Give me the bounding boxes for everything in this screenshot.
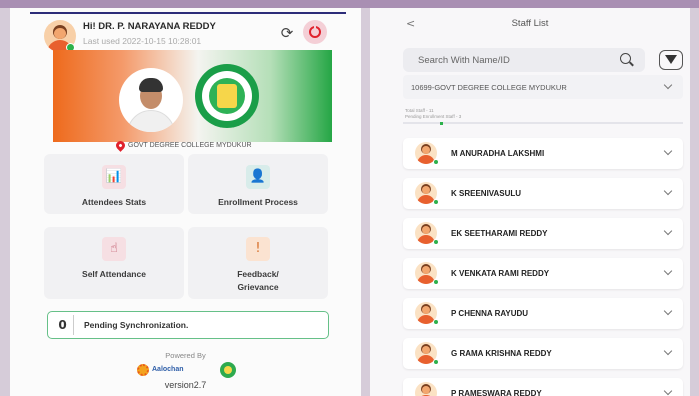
staff-name: P RAMESWARA REDDY <box>451 389 542 396</box>
search-placeholder: Search With Name/ID <box>418 55 510 66</box>
online-status-icon <box>433 239 439 245</box>
staff-list-screen: < Staff List Search With Name/ID 10699-G… <box>370 8 690 396</box>
search-icon[interactable] <box>620 53 631 64</box>
home-screen: Hi! DR. P. NARAYANA REDDY Last used 2022… <box>10 8 361 396</box>
divider <box>403 122 683 124</box>
staff-list-item[interactable]: G RAMA KRISHNA REDDY <box>403 338 683 369</box>
staff-name: M ANURADHA LAKSHMI <box>451 149 545 158</box>
total-staff-text: Total Staff - 11 <box>405 108 434 113</box>
pending-enrollment-text: Pending Enrollment Staff - 3 <box>405 114 462 119</box>
staff-list-item[interactable]: P RAMESWARA REDDY <box>403 378 683 396</box>
chevron-down-icon <box>663 80 673 90</box>
staff-list-item[interactable]: P CHENNA RAYUDU <box>403 298 683 329</box>
college-dropdown[interactable]: 10699-GOVT DEGREE COLLEGE MYDUKUR <box>403 75 683 99</box>
chevron-down-icon[interactable] <box>663 306 673 316</box>
chief-minister-portrait <box>119 68 183 132</box>
window-frame <box>0 0 699 8</box>
feedback-icon: ! <box>246 237 270 261</box>
tile-self-attendance[interactable]: ☝ Self Attendance <box>44 227 184 299</box>
tile-attendees-stats[interactable]: 📊 Attendees Stats <box>44 154 184 214</box>
staff-list-item[interactable]: M ANURADHA LAKSHMI <box>403 138 683 169</box>
sun-logo-icon <box>137 364 149 376</box>
pending-sync-text: Pending Synchronization. <box>84 320 189 330</box>
aalochan-logo: Aalochan <box>137 363 207 377</box>
powered-by-text: Powered By <box>165 351 206 360</box>
banner <box>53 50 332 142</box>
tile-label: Self Attendance <box>82 269 146 279</box>
chevron-down-icon[interactable] <box>663 346 673 356</box>
tile-enrollment-process[interactable]: 👤 Enrollment Process <box>188 154 328 214</box>
online-status-icon <box>433 319 439 325</box>
search-input[interactable]: Search With Name/ID <box>403 48 645 72</box>
staff-list-item[interactable]: K VENKATA RAMI REDDY <box>403 258 683 289</box>
college-dropdown-value: 10699-GOVT DEGREE COLLEGE MYDUKUR <box>411 83 567 92</box>
staff-avatar <box>415 382 437 396</box>
tile-feedback-grievance[interactable]: ! Feedback/ Grievance <box>188 227 328 299</box>
sync-icon[interactable]: ⟳ <box>278 24 296 42</box>
face-scan-icon: 👤 <box>246 165 270 189</box>
staff-name: EK SEETHARAMI REDDY <box>451 229 548 238</box>
staff-name: P CHENNA RAYUDU <box>451 309 529 318</box>
pending-sync-bar[interactable]: 0 Pending Synchronization. <box>47 311 329 339</box>
online-status-icon <box>433 359 439 365</box>
version-text: version2.7 <box>164 380 207 390</box>
staff-name: G RAMA KRISHNA REDDY <box>451 349 552 358</box>
status-line <box>30 12 346 14</box>
tile-label: Attendees Stats <box>81 197 147 207</box>
chevron-down-icon[interactable] <box>663 146 673 156</box>
chevron-down-icon[interactable] <box>663 186 673 196</box>
online-status-icon <box>433 199 439 205</box>
state-emblem-logo <box>195 64 259 128</box>
chevron-down-icon[interactable] <box>663 266 673 276</box>
online-status-icon <box>433 159 439 165</box>
chevron-down-icon[interactable] <box>663 226 673 236</box>
staff-name: K VENKATA RAMI REDDY <box>451 269 550 278</box>
chevron-down-icon[interactable] <box>663 386 673 396</box>
greeting-text: Hi! DR. P. NARAYANA REDDY <box>83 21 216 32</box>
page-title: Staff List <box>511 18 549 29</box>
logout-button[interactable] <box>303 20 327 44</box>
college-name: GOVT DEGREE COLLEGE MYDUKUR <box>128 142 252 149</box>
filter-icon[interactable] <box>659 50 683 70</box>
pending-count: 0 <box>52 315 74 335</box>
tile-label: Enrollment Process <box>218 197 298 207</box>
staff-list-item[interactable]: EK SEETHARAMI REDDY <box>403 218 683 249</box>
tile-label: Feedback/ Grievance <box>237 269 279 292</box>
last-used-text: Last used 2022-10-15 10:28:01 <box>83 36 202 46</box>
staff-name: K SREENIVASULU <box>451 189 522 198</box>
online-status-icon <box>433 279 439 285</box>
scroll-marker <box>440 122 443 125</box>
govt-seal-icon <box>220 362 236 378</box>
hand-tap-icon: ☝ <box>102 237 126 261</box>
staff-list-item[interactable]: K SREENIVASULU <box>403 178 683 209</box>
chart-person-icon: 📊 <box>102 165 126 189</box>
